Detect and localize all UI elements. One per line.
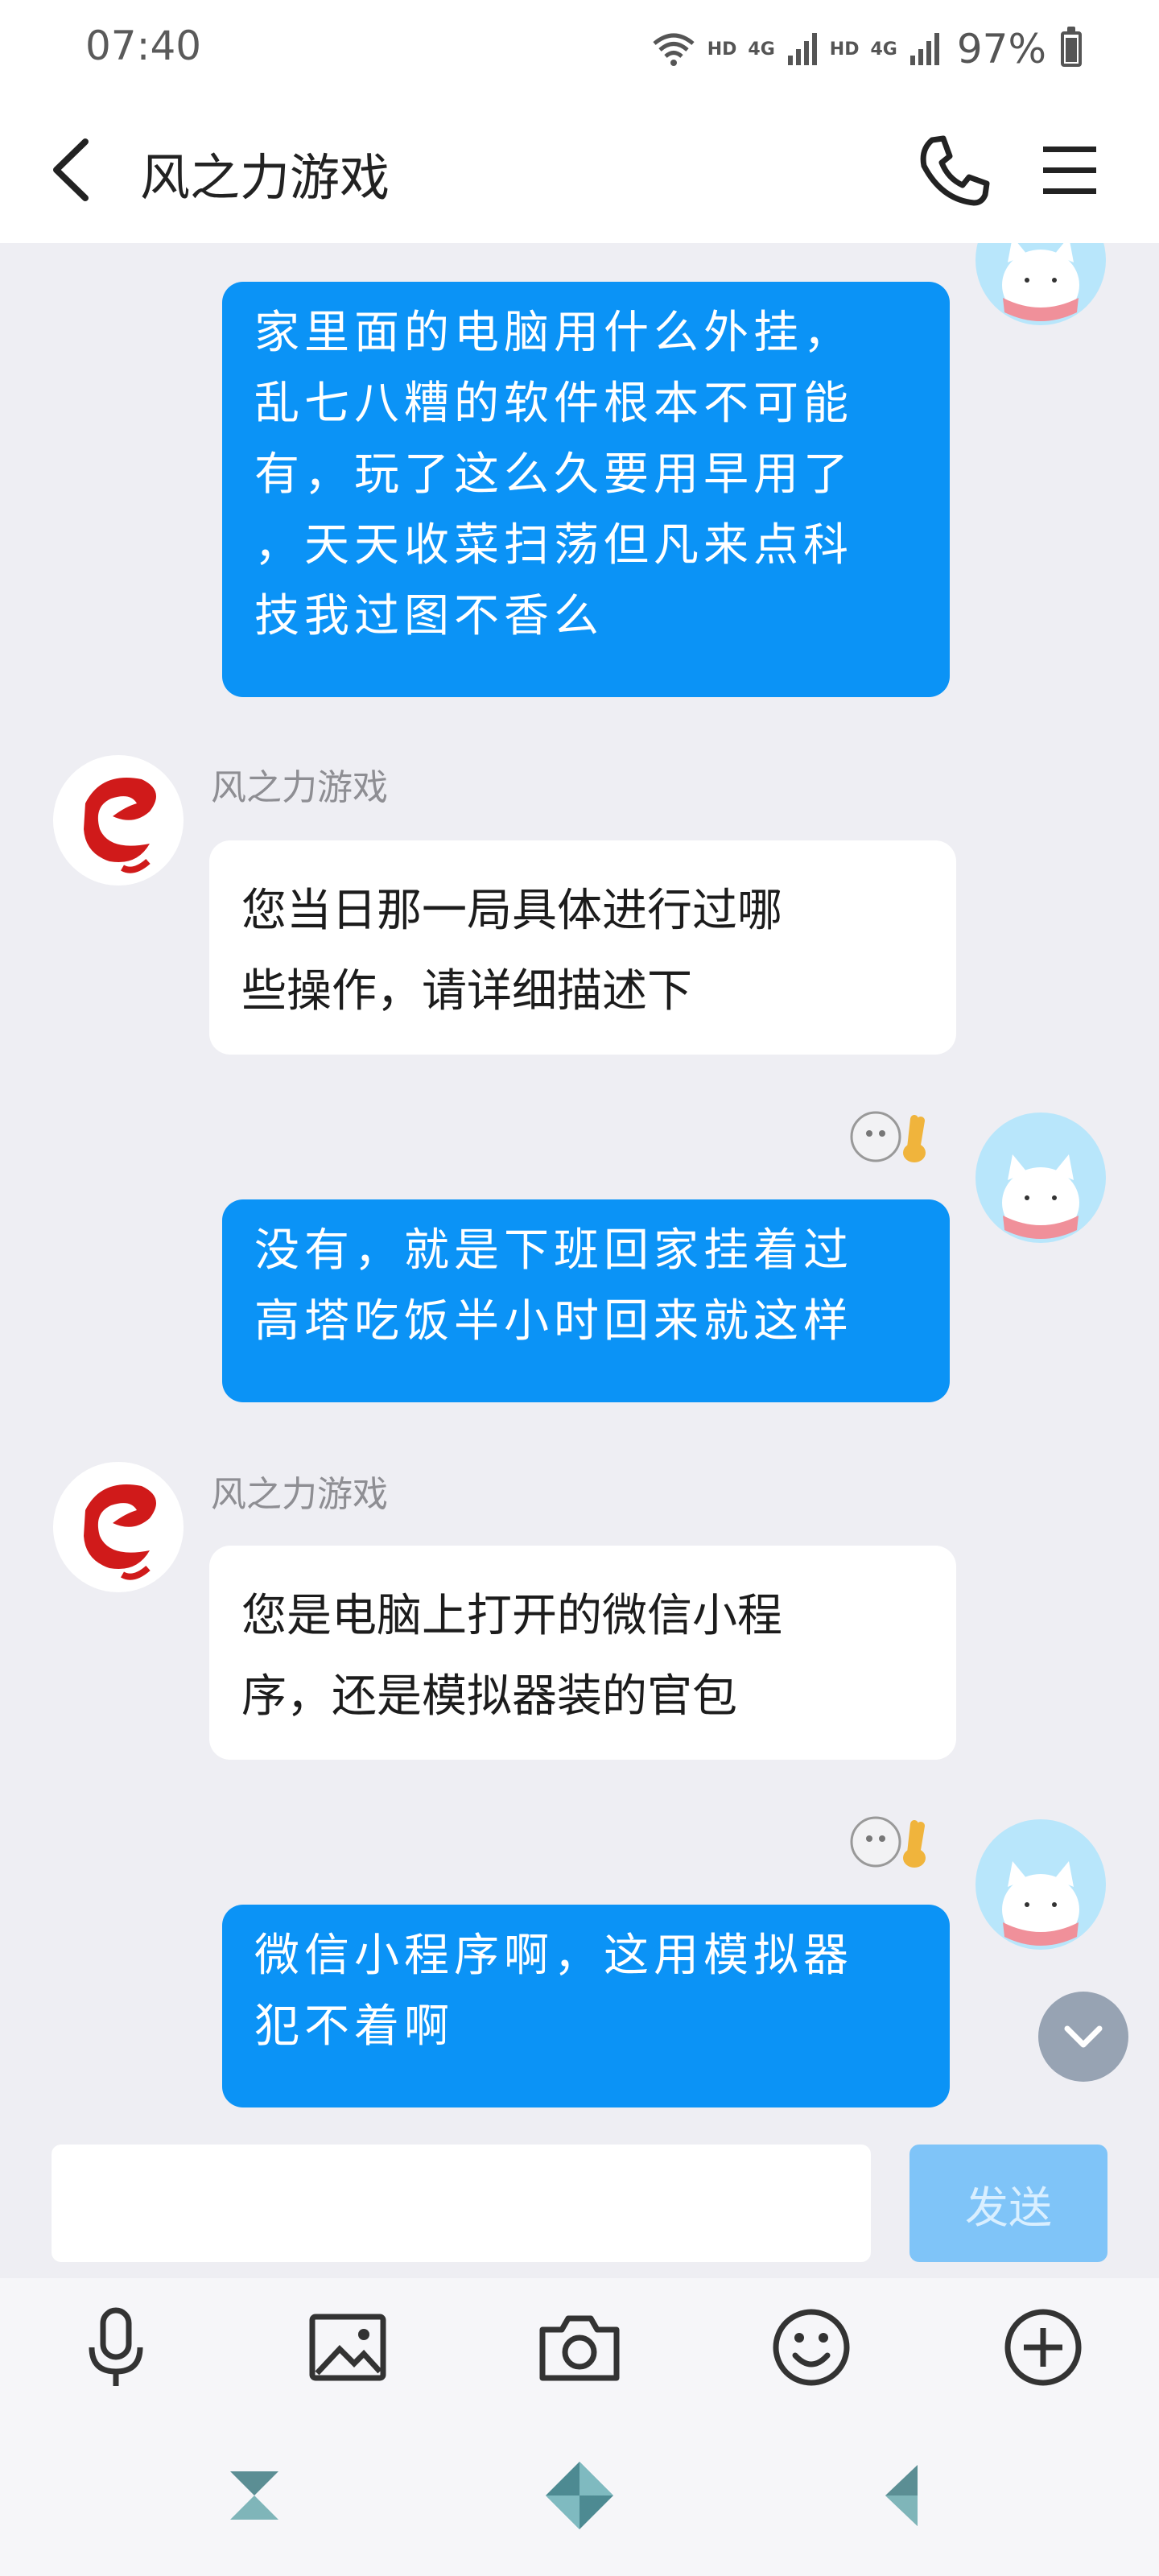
home-nav-button[interactable] bbox=[539, 2455, 620, 2536]
hd-badge: HD bbox=[707, 39, 737, 60]
menu-icon bbox=[1043, 147, 1096, 194]
avatar[interactable] bbox=[975, 1819, 1106, 1950]
wifi-icon bbox=[653, 33, 695, 66]
camera-icon bbox=[539, 2315, 620, 2381]
chevron-down-icon bbox=[1064, 2025, 1103, 2048]
swirl-logo-icon bbox=[84, 1484, 156, 1580]
cat-avatar-icon bbox=[1002, 1154, 1079, 1239]
system-navigation-bar bbox=[0, 2415, 1159, 2576]
menu-button[interactable] bbox=[1030, 126, 1119, 214]
message-list[interactable]: 家里面的电脑用什么外挂， 乱七八糟的软件根本不可能 有，玩了这么久要用早用了 ，… bbox=[0, 243, 1159, 2133]
message-line: ，天天收菜扫荡但凡来点科 bbox=[254, 519, 853, 572]
chat-header: 风之力游戏 bbox=[0, 97, 1159, 243]
image-button[interactable] bbox=[299, 2299, 396, 2396]
message-input[interactable] bbox=[52, 2145, 871, 2262]
sender-avatar[interactable] bbox=[53, 1462, 184, 1592]
image-icon bbox=[309, 2314, 386, 2381]
message-line: 些操作，请详细描述下 bbox=[241, 965, 692, 1018]
message-line: 技我过图不香么 bbox=[254, 590, 604, 642]
message-line: 犯不着啊 bbox=[254, 2000, 454, 2053]
status-time: 07:40 bbox=[85, 23, 202, 69]
message-line: 没有，就是下班回家挂着过 bbox=[254, 1224, 853, 1277]
back-arrow-icon bbox=[53, 138, 89, 201]
scroll-to-bottom-button[interactable] bbox=[1038, 1992, 1128, 2082]
reaction-emoji[interactable] bbox=[847, 1813, 937, 1871]
crossed-fingers-emoji-icon bbox=[850, 1816, 926, 1868]
phone-icon bbox=[920, 135, 990, 206]
home-icon bbox=[546, 2462, 613, 2529]
message-line: 有，玩了这么久要用早用了 bbox=[254, 448, 853, 501]
sender-avatar[interactable] bbox=[53, 755, 184, 886]
incoming-message-bubble[interactable]: 您是电脑上打开的微信小程 序，还是模拟器装的官包 bbox=[209, 1546, 956, 1760]
chat-title: 风之力游戏 bbox=[140, 148, 390, 207]
input-toolbar bbox=[0, 2278, 1159, 2415]
sender-name: 风之力游戏 bbox=[211, 1474, 388, 1515]
battery-percent: 97% bbox=[956, 26, 1046, 72]
avatar[interactable] bbox=[975, 243, 1106, 325]
sender-name: 风之力游戏 bbox=[211, 767, 388, 808]
recents-nav-button[interactable] bbox=[214, 2455, 295, 2536]
back-button[interactable] bbox=[39, 126, 119, 214]
message-line: 家里面的电脑用什么外挂， bbox=[254, 307, 853, 359]
more-button[interactable] bbox=[995, 2299, 1091, 2396]
incoming-message-bubble[interactable]: 您当日那一局具体进行过哪 些操作，请详细描述下 bbox=[209, 840, 956, 1055]
reaction-emoji[interactable] bbox=[847, 1108, 937, 1166]
message-line: 乱七八糟的软件根本不可能 bbox=[254, 378, 853, 430]
network-badge: 4G bbox=[870, 39, 897, 60]
avatar[interactable] bbox=[975, 1113, 1106, 1243]
microphone-icon bbox=[89, 2307, 143, 2386]
signal-icon bbox=[909, 33, 939, 65]
message-line: 微信小程序啊，这用模拟器 bbox=[254, 1930, 853, 1982]
status-icons: HD 4G HD 4G 97% bbox=[651, 21, 1082, 77]
voice-button[interactable] bbox=[68, 2299, 164, 2396]
outgoing-message-bubble[interactable]: 微信小程序啊，这用模拟器 犯不着啊 bbox=[222, 1905, 950, 2107]
back-nav-button[interactable] bbox=[869, 2455, 950, 2536]
battery-icon bbox=[1061, 27, 1082, 67]
composer: 发送 bbox=[0, 2133, 1159, 2278]
status-bar: 07:40 HD 4G HD 4G 97% bbox=[0, 0, 1159, 97]
message-line: 您当日那一局具体进行过哪 bbox=[241, 885, 782, 937]
hd-badge: HD bbox=[829, 39, 860, 60]
send-button[interactable]: 发送 bbox=[909, 2145, 1107, 2262]
message-line: 高塔吃饭半小时回来就这样 bbox=[254, 1295, 853, 1348]
emoji-button[interactable] bbox=[763, 2299, 860, 2396]
camera-button[interactable] bbox=[531, 2299, 628, 2396]
outgoing-message-bubble[interactable]: 家里面的电脑用什么外挂， 乱七八糟的软件根本不可能 有，玩了这么久要用早用了 ，… bbox=[222, 282, 950, 697]
swirl-logo-icon bbox=[84, 778, 156, 873]
call-button[interactable] bbox=[909, 126, 998, 214]
recents-icon bbox=[230, 2471, 278, 2520]
network-badge: 4G bbox=[748, 39, 775, 60]
message-line: 序，还是模拟器装的官包 bbox=[241, 1670, 737, 1723]
signal-icon bbox=[787, 33, 817, 65]
cat-avatar-icon bbox=[1002, 243, 1079, 321]
plus-icon bbox=[1004, 2309, 1082, 2386]
outgoing-message-bubble[interactable]: 没有，就是下班回家挂着过 高塔吃饭半小时回来就这样 bbox=[222, 1199, 950, 1402]
emoji-icon bbox=[773, 2309, 850, 2386]
back-icon bbox=[885, 2465, 918, 2526]
cat-avatar-icon bbox=[1002, 1861, 1079, 1946]
message-line: 您是电脑上打开的微信小程 bbox=[241, 1590, 782, 1642]
crossed-fingers-emoji-icon bbox=[850, 1111, 926, 1162]
